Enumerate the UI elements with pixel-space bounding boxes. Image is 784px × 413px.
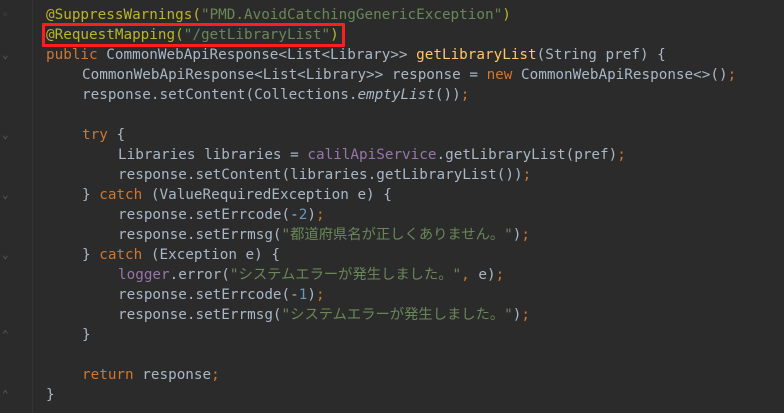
code-token: CommonWebApiResponse<>() [521,67,728,83]
code-token: response.setErrcode(- [118,207,299,223]
code-token: ) [307,287,316,303]
code-line[interactable]: Libraries libraries = calilApiService.ge… [118,145,626,165]
code-token: "都道府県名が正しくありません。" [281,227,513,243]
code-token: ; [521,227,531,243]
code-line[interactable]: response.setErrcode(-1); [118,285,325,305]
code-line[interactable]: CommonWebApiResponse<List<Library>> resp… [82,65,736,85]
code-line[interactable]: return response; [82,365,220,385]
code-line[interactable]: @RequestMapping("/getLibraryList") [46,25,339,45]
code-token: response.setErrmsg( [118,307,282,323]
fold-marker-icon[interactable]: ⌄ [2,188,11,202]
code-token: emptyList [357,87,435,103]
code-token: new [486,67,521,83]
code-token: response.setErrcode(- [118,287,299,303]
code-token: ()) [434,87,461,103]
code-line[interactable]: } [46,385,55,405]
code-token: .error( [169,267,230,283]
code-token: ; [727,67,737,83]
code-token: .getLibraryList(pref) [436,147,618,163]
fold-marker-icon[interactable]: ⌃ [2,328,11,342]
code-token: response.setErrmsg( [118,227,282,243]
code-token: catch [99,187,151,203]
code-line[interactable]: public CommonWebApiResponse<List<Library… [46,45,666,65]
code-token: ; [495,267,505,283]
code-token: response [142,367,212,383]
code-token: "システムエラーが発生しました。" [229,267,462,283]
code-token: e) [478,267,496,283]
fold-marker-icon[interactable]: ◦ [2,8,11,22]
code-token: response.setContent(Collections. [82,87,358,103]
code-token: logger [118,267,170,283]
code-token: try [82,127,117,143]
code-line[interactable]: @SuppressWarnings("PMD.AvoidCatchingGene… [46,5,511,25]
code-token: Libraries libraries = [118,147,308,163]
code-token: , [461,267,479,283]
code-token: @RequestMapping( [46,27,184,43]
code-token: ; [617,147,626,163]
code-token: (Exception e) { [150,247,280,263]
code-line[interactable]: response.setErrmsg("システムエラーが発生しました。"); [118,305,530,325]
fold-marker-icon[interactable]: ⌄ [2,248,11,262]
code-token: catch [99,247,151,263]
code-line[interactable]: } catch (Exception e) { [82,245,280,265]
code-token: } [46,387,55,403]
code-token: CommonWebApiResponse<List<Library>> [106,47,417,63]
code-token: public [46,47,107,63]
code-token: "/getLibraryList" [183,27,331,43]
code-token: ; [315,207,325,223]
code-token: @SuppressWarnings( [46,7,201,23]
code-token: } [82,327,91,343]
code-token: (ValueRequiredException e) { [150,187,392,203]
code-token: ; [211,367,220,383]
code-token: calilApiService [307,147,437,163]
code-token: "システムエラーが発生しました。" [281,307,513,323]
code-line[interactable]: } [82,325,91,345]
code-token: getLibraryList [416,47,537,63]
code-line[interactable]: try { [82,125,125,145]
code-token: ) [330,27,339,43]
fold-marker-icon[interactable]: ⌄ [2,128,11,142]
code-line[interactable]: response.setErrcode(-2); [118,205,325,225]
code-token: ) [307,207,316,223]
code-token: return [82,367,143,383]
code-token: CommonWebApiResponse<List<Library>> resp… [82,67,487,83]
code-line[interactable]: logger.error("システムエラーが発生しました。", e); [118,265,504,285]
code-line[interactable]: response.setErrmsg("都道府県名が正しくありません。"); [118,225,530,245]
code-token: "PMD.AvoidCatchingGenericException" [200,7,503,23]
code-token: ) [502,7,511,23]
code-line[interactable]: response.setContent(libraries.getLibrary… [118,165,531,185]
code-line[interactable]: } catch (ValueRequiredException e) { [82,185,392,205]
code-line[interactable]: response.setContent(Collections.emptyLis… [82,85,469,105]
code-token: ; [460,87,470,103]
editor-gutter: ◦ ⌄ ⌄ ⌄ ⌄ ⌃ ⌃ [0,0,33,413]
code-token: } [82,247,100,263]
code-token: (String pref) { [536,47,666,63]
code-token: ; [522,167,532,183]
code-token: ; [315,287,325,303]
code-token: ; [521,307,531,323]
code-token: } [82,187,100,203]
fold-marker-icon[interactable]: ⌄ [2,48,11,62]
code-token: response.setContent(libraries.getLibrary… [118,167,523,183]
fold-marker-icon[interactable]: ⌃ [2,388,11,402]
code-token: { [116,127,126,143]
